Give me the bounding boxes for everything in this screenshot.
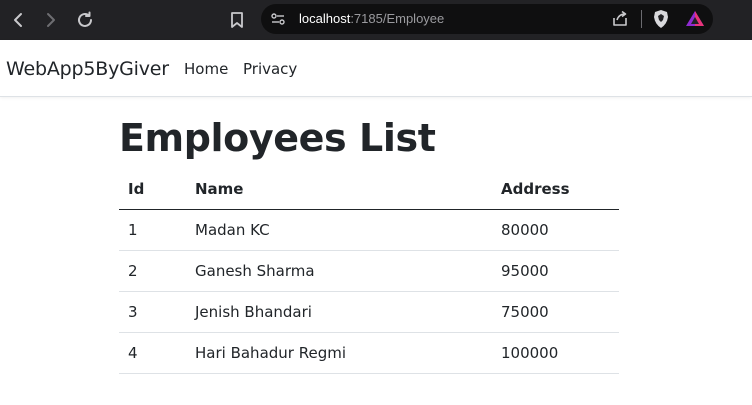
forward-arrow-icon[interactable] [39,8,63,32]
table-header: Id Name Address [119,169,619,210]
cell-address: 100000 [492,332,619,374]
cell-name: Jenish Bhandari [186,291,492,333]
cell-address: 80000 [492,209,619,251]
browser-toolbar: localhost:7185/Employee [0,0,752,40]
table-row: 2 Ganesh Sharma 95000 [119,250,619,292]
column-header-address: Address [492,169,619,210]
brave-rewards-icon[interactable] [685,9,705,29]
cell-name: Hari Bahadur Regmi [186,332,492,374]
site-info-icon[interactable] [270,11,286,27]
table-header-row: Id Name Address [119,169,619,210]
bookmark-icon[interactable] [225,8,249,32]
url-path: :7185/Employee [350,11,445,26]
table-row: 3 Jenish Bhandari 75000 [119,291,619,333]
cell-id: 2 [119,250,186,292]
column-header-name: Name [186,169,492,210]
cell-id: 4 [119,332,186,374]
url-host: localhost [299,11,351,26]
table-row: 1 Madan KC 80000 [119,209,619,251]
table-row: 4 Hari Bahadur Regmi 100000 [119,332,619,374]
address-bar-url[interactable]: localhost:7185/Employee [299,11,444,27]
brand-link[interactable]: WebApp5ByGiver [6,58,169,80]
cell-name: Madan KC [186,209,492,251]
nav-link-home[interactable]: Home [184,60,228,78]
toolbar-divider [641,10,642,28]
employees-table: Id Name Address 1 Madan KC 80000 2 Ganes… [119,169,619,374]
nav-link-privacy[interactable]: Privacy [243,60,297,78]
cell-address: 95000 [492,250,619,292]
cell-id: 3 [119,291,186,333]
cell-address: 75000 [492,291,619,333]
cell-id: 1 [119,209,186,251]
column-header-id: Id [119,169,186,210]
table-body: 1 Madan KC 80000 2 Ganesh Sharma 95000 3… [119,209,619,374]
page-title: Employees List [119,116,436,160]
back-arrow-icon[interactable] [6,8,30,32]
brave-shields-icon[interactable] [652,9,670,29]
app-navbar: WebApp5ByGiver Home Privacy [0,40,752,97]
share-icon[interactable] [611,10,629,28]
cell-name: Ganesh Sharma [186,250,492,292]
reload-icon[interactable] [73,8,97,32]
